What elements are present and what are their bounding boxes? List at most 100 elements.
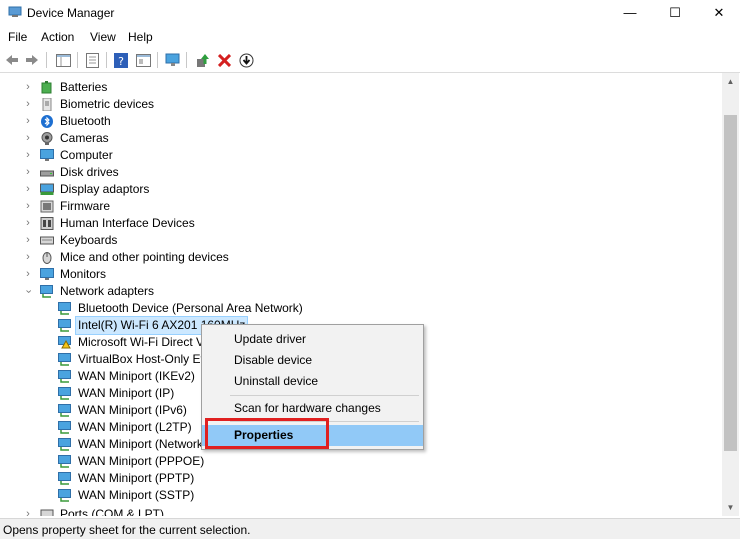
network-icon [40,285,53,298]
menu-separator [230,395,419,396]
expand-icon[interactable]: › [23,130,33,147]
network-adapter-warning-icon [58,336,71,349]
network-adapter-icon [58,353,71,366]
vertical-scrollbar[interactable]: ▲ ▼ [722,73,739,516]
category-biometric-devices[interactable]: › Biometric devices [0,96,700,113]
properties-sheet-icon[interactable] [83,51,101,69]
ports-icon [40,509,54,516]
toolbar-separator [106,52,107,68]
category-display-adaptors[interactable]: › Display adaptors [0,181,700,198]
network-adapter-icon [58,455,71,468]
menu-bar: File Action View Help [0,27,740,47]
expand-icon[interactable]: › [23,164,33,181]
expand-icon[interactable]: › [23,266,33,283]
menu-item-scan-hardware[interactable]: Scan for hardware changes [202,398,423,419]
expand-icon[interactable]: › [23,79,33,96]
menu-item-disable-device[interactable]: Disable device [202,350,423,371]
tree-item-label: Mice and other pointing devices [60,250,229,264]
tree-item-label: Keyboards [60,233,118,247]
expand-icon[interactable]: › [23,113,33,130]
category-ports[interactable]: › Ports (COM & LPT) [0,506,700,516]
close-button[interactable]: ✕ [696,0,740,26]
category-bluetooth[interactable]: › Bluetooth [0,113,700,130]
update-driver-icon[interactable] [194,51,212,69]
expand-icon[interactable]: › [23,198,33,215]
network-adapter-icon [58,472,71,485]
svg-text:?: ? [118,55,124,68]
category-network-adapters[interactable]: › Network adapters [0,283,700,300]
menu-item-uninstall-device[interactable]: Uninstall device [202,371,423,392]
network-adapter-item[interactable]: WAN Miniport (SSTP) [0,487,700,504]
category-cameras[interactable]: › Cameras [0,130,700,147]
menu-file[interactable]: File [8,30,27,44]
menu-action[interactable]: Action [41,30,74,44]
forward-icon[interactable] [23,51,41,69]
expand-icon[interactable]: › [23,147,33,164]
network-adapter-icon [58,319,71,332]
category-mice[interactable]: › Mice and other pointing devices [0,249,700,266]
status-bar: Opens property sheet for the current sel… [0,518,740,539]
console-tree-icon[interactable] [54,51,72,69]
minimize-button[interactable]: — [607,0,653,26]
biometric-icon [42,98,52,111]
collapse-icon[interactable]: › [20,287,37,297]
category-monitors[interactable]: › Monitors [0,266,700,283]
menu-item-label: Update driver [234,332,307,346]
menu-item-update-driver[interactable]: Update driver [202,329,423,350]
menu-view[interactable]: View [90,30,116,44]
tree-item-label: WAN Miniport (L2TP) [78,420,192,434]
tree-item-label: Batteries [60,80,108,94]
disk-icon [40,170,54,177]
download-icon[interactable] [237,51,255,69]
tree-item-label: WAN Miniport (IPv6) [78,403,187,417]
help-icon[interactable]: ? [112,51,130,69]
scrollbar-thumb[interactable] [724,115,737,451]
camera-icon [41,132,53,145]
expand-icon[interactable]: › [23,249,33,266]
expand-icon[interactable]: › [23,181,33,198]
computer-icon [40,149,54,161]
expand-icon[interactable]: › [23,96,33,113]
scroll-down-icon[interactable]: ▼ [722,499,739,516]
maximize-button[interactable]: ☐ [652,0,698,26]
network-adapter-item[interactable]: WAN Miniport (PPTP) [0,470,700,487]
tree-item-label: WAN Miniport (SSTP) [78,488,195,502]
tree-item-label: Display adaptors [60,182,150,196]
scroll-up-icon[interactable]: ▲ [722,73,739,90]
tree-item-label: Bluetooth Device (Personal Area Network) [78,301,303,315]
annotation-highlight-box [205,418,329,449]
scan-monitor-icon[interactable] [164,51,182,69]
tree-item-label: Computer [60,148,113,162]
expand-icon[interactable]: › [23,215,33,232]
network-adapter-icon [58,387,71,400]
toolbar-separator [46,52,47,68]
category-batteries[interactable]: › Batteries [0,79,700,96]
menu-item-label: Uninstall device [234,374,319,388]
network-adapter-icon [58,489,71,502]
mouse-icon [42,252,52,264]
category-human-interface-devices[interactable]: › Human Interface Devices [0,215,700,232]
expand-icon[interactable]: › [23,232,33,249]
tree-item-label: WAN Miniport (PPPOE) [78,454,205,468]
tree-item-label: Monitors [60,267,107,281]
network-adapter-icon [58,404,71,417]
category-firmware[interactable]: › Firmware [0,198,700,215]
expand-icon[interactable]: › [23,506,33,516]
network-adapter-item[interactable]: Bluetooth Device (Personal Area Network) [0,300,700,317]
monitor-icon [40,268,54,280]
category-disk-drives[interactable]: › Disk drives [0,164,700,181]
network-adapter-icon [58,438,71,451]
tree-item-label: WAN Miniport (PPTP) [78,471,195,485]
category-computer[interactable]: › Computer [0,147,700,164]
view-icon[interactable] [134,51,152,69]
category-keyboards[interactable]: › Keyboards [0,232,700,249]
device-manager-icon [8,6,22,17]
device-tree: › Batteries › Biometric devices › Blueto… [0,78,722,516]
back-icon[interactable] [3,51,21,69]
tree-item-label: Microsoft Wi-Fi Direct Vi [78,335,207,349]
uninstall-icon[interactable] [215,51,233,69]
tree-item-label: Human Interface Devices [60,216,195,230]
network-adapter-item[interactable]: WAN Miniport (PPPOE) [0,453,700,470]
toolbar-separator [77,52,78,68]
menu-help[interactable]: Help [128,30,153,44]
